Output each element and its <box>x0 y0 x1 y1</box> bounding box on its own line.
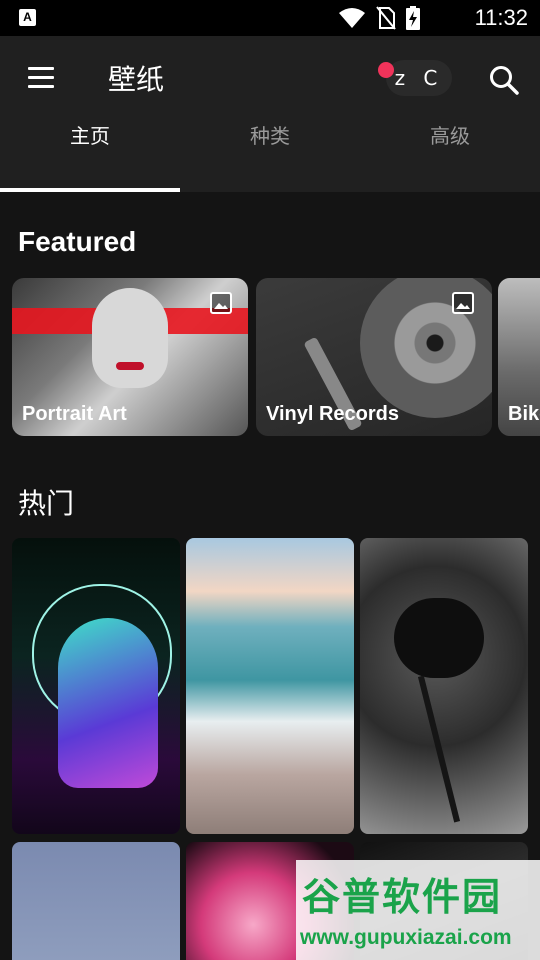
featured-heading: Featured <box>18 226 137 257</box>
featured-card-label: Vinyl Records <box>266 403 400 425</box>
menu-icon[interactable] <box>22 62 62 94</box>
search-icon[interactable] <box>488 64 520 96</box>
wallpaper-tile-wolf[interactable] <box>12 538 180 834</box>
avatar[interactable]: z C <box>386 60 452 96</box>
rose-stem <box>417 675 461 823</box>
featured-card-vinyl-records[interactable]: Vinyl Records <box>256 278 492 436</box>
clock: 11:32 <box>474 5 528 30</box>
wallpaper-tile-beach[interactable] <box>186 538 354 834</box>
wolf-figure <box>58 618 158 788</box>
tab-categories[interactable]: 种类 <box>180 120 360 192</box>
rose-bloom <box>394 598 484 678</box>
watermark-url: www.gupuxiazai.com <box>300 926 512 949</box>
featured-card-bike[interactable]: Bike <box>498 278 540 436</box>
image-icon <box>210 292 232 314</box>
app-title: 壁纸 <box>108 63 165 96</box>
tab-bar: 主页 种类 高级 <box>0 120 540 192</box>
tab-premium[interactable]: 高级 <box>360 120 540 192</box>
watermark-title: 谷普软件园 <box>302 875 503 919</box>
wallpaper-tile-black-rose[interactable] <box>360 538 528 834</box>
portrait-lips <box>116 362 144 370</box>
app-notification-icon: A <box>19 9 36 26</box>
featured-card-label: Bike <box>508 403 540 425</box>
popular-heading: 热门 <box>18 487 75 520</box>
notification-dot <box>378 62 394 78</box>
tab-home[interactable]: 主页 <box>0 120 180 192</box>
wifi-icon <box>339 8 365 28</box>
featured-card-label: Portrait Art <box>22 403 127 425</box>
status-bar: A 11:32 <box>0 0 540 36</box>
image-icon <box>452 292 474 314</box>
app-bar: 壁纸 z C <box>0 36 540 120</box>
no-sim-icon <box>376 6 396 30</box>
battery-charging-icon <box>406 6 420 30</box>
portrait-face <box>92 288 168 388</box>
wallpaper-tile-sky[interactable] <box>12 842 180 960</box>
featured-card-portrait-art[interactable]: Portrait Art <box>12 278 248 436</box>
watermark: 谷普软件园 www.gupuxiazai.com <box>296 860 540 960</box>
status-icons <box>338 6 420 30</box>
